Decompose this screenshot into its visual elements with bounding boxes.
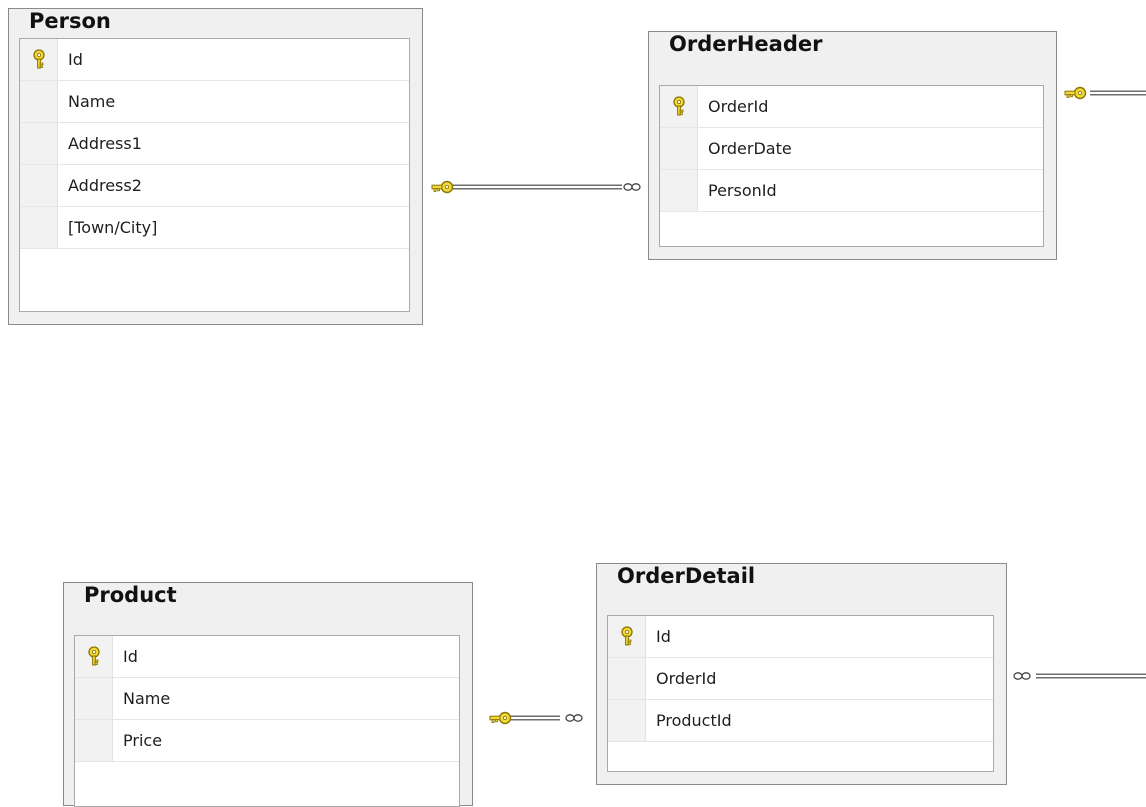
table-title: Person xyxy=(29,9,111,33)
row-selector[interactable] xyxy=(660,128,698,169)
column-row[interactable]: Address2 xyxy=(20,165,409,207)
row-selector[interactable] xyxy=(608,700,646,741)
row-selector[interactable] xyxy=(20,123,58,164)
row-selector[interactable] xyxy=(20,39,58,80)
table-product[interactable]: Product Id Name Price xyxy=(63,582,473,807)
column-row[interactable]: OrderId xyxy=(608,658,993,700)
infinity-icon xyxy=(623,183,641,191)
table-orderheader[interactable]: OrderHeader OrderId OrderDate PersonId xyxy=(648,31,1057,260)
column-name: OrderId xyxy=(708,97,769,116)
primary-key-icon xyxy=(33,49,45,69)
column-row[interactable]: Address1 xyxy=(20,123,409,165)
column-name: ProductId xyxy=(656,711,732,730)
column-name: Id xyxy=(123,647,138,666)
column-row[interactable]: Id xyxy=(608,616,993,658)
primary-key-icon xyxy=(621,626,633,646)
row-selector[interactable] xyxy=(660,86,698,127)
key-icon xyxy=(431,180,454,194)
column-name: Name xyxy=(68,92,116,111)
column-name: OrderDate xyxy=(708,139,792,158)
primary-key-icon xyxy=(88,646,100,666)
diagram-canvas: Person Id Name Address1 Address2 [Town/C… xyxy=(0,0,1146,807)
column-row[interactable]: Name xyxy=(20,81,409,123)
relationship-orderheader-offscreen[interactable] xyxy=(1064,86,1146,100)
key-icon xyxy=(1064,86,1087,100)
table-orderdetail[interactable]: OrderDetail Id OrderId ProductId xyxy=(596,563,1007,785)
table-title: OrderDetail xyxy=(617,564,756,588)
relationship-orderdetail-offscreen[interactable] xyxy=(1013,672,1146,680)
column-name: Address1 xyxy=(68,134,142,153)
column-name: Name xyxy=(123,689,171,708)
column-grid: OrderId OrderDate PersonId xyxy=(659,85,1044,247)
column-name: [Town/City] xyxy=(68,218,158,237)
column-name: Id xyxy=(68,50,83,69)
column-row[interactable]: [Town/City] xyxy=(20,207,409,249)
row-selector[interactable] xyxy=(75,720,113,761)
column-grid: Id Name Price xyxy=(74,635,460,807)
column-name: Price xyxy=(123,731,163,750)
table-title: OrderHeader xyxy=(669,32,823,56)
column-name: Id xyxy=(656,627,671,646)
table-title: Product xyxy=(84,583,177,607)
row-selector[interactable] xyxy=(20,165,58,206)
column-row[interactable]: OrderId xyxy=(660,86,1043,128)
column-grid: Id Name Address1 Address2 [Town/City] xyxy=(19,38,410,312)
relationship-product-orderdetail[interactable] xyxy=(489,711,583,725)
infinity-icon xyxy=(1013,672,1031,680)
row-selector[interactable] xyxy=(608,658,646,699)
column-row[interactable]: PersonId xyxy=(660,170,1043,212)
key-icon xyxy=(489,711,512,725)
column-name: OrderId xyxy=(656,669,717,688)
row-selector[interactable] xyxy=(75,678,113,719)
row-selector[interactable] xyxy=(608,616,646,657)
column-row[interactable]: OrderDate xyxy=(660,128,1043,170)
infinity-icon xyxy=(565,714,583,722)
row-selector[interactable] xyxy=(20,207,58,248)
relationship-person-orderheader[interactable] xyxy=(431,180,641,194)
column-row[interactable]: Id xyxy=(20,39,409,81)
column-row[interactable]: ProductId xyxy=(608,700,993,742)
column-name: Address2 xyxy=(68,176,142,195)
column-grid: Id OrderId ProductId xyxy=(607,615,994,772)
row-selector[interactable] xyxy=(660,170,698,211)
row-selector[interactable] xyxy=(75,636,113,677)
column-row[interactable]: Name xyxy=(75,678,459,720)
column-name: PersonId xyxy=(708,181,777,200)
column-row[interactable]: Id xyxy=(75,636,459,678)
table-person[interactable]: Person Id Name Address1 Address2 [Town/C… xyxy=(8,8,423,325)
row-selector[interactable] xyxy=(20,81,58,122)
column-row[interactable]: Price xyxy=(75,720,459,762)
primary-key-icon xyxy=(673,96,685,116)
